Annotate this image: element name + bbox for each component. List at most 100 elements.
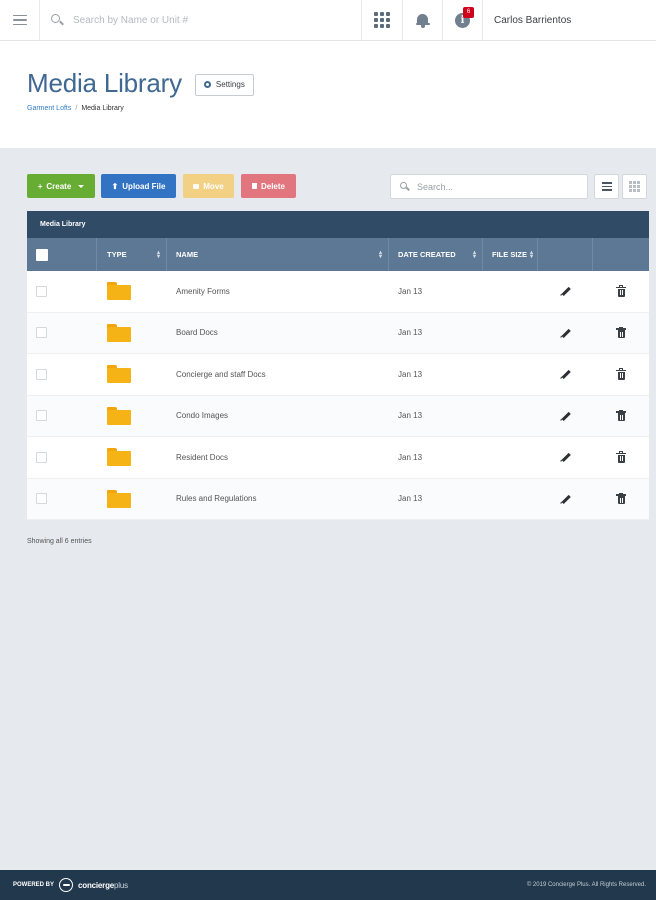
row-select-cell <box>27 396 97 437</box>
date-created: Jan 13 <box>398 411 423 421</box>
delete-row-button[interactable] <box>593 313 649 354</box>
column-edit <box>538 238 593 271</box>
pencil-icon <box>559 286 571 297</box>
footer: POWERED BY conciergeplus © 2019 Concierg… <box>0 870 656 900</box>
pencil-icon <box>559 452 571 463</box>
folder-icon <box>107 489 131 508</box>
delete-label: Delete <box>260 181 285 191</box>
move-icon <box>193 183 200 189</box>
type-cell <box>97 313 167 354</box>
brand-main: concierge <box>78 880 115 890</box>
apps-grid-icon <box>374 12 390 28</box>
delete-row-button[interactable] <box>593 479 649 520</box>
row-checkbox[interactable] <box>36 451 47 463</box>
column-type-label: TYPE <box>107 250 127 259</box>
settings-button[interactable]: Settings <box>194 73 254 96</box>
row-checkbox[interactable] <box>36 285 47 297</box>
delete-row-button[interactable] <box>593 396 649 437</box>
file-name[interactable]: Rules and Regulations <box>167 479 389 520</box>
create-button[interactable]: + Create <box>27 174 95 198</box>
trash-icon <box>251 183 257 189</box>
column-type[interactable]: TYPE ▴ ▾ <box>97 238 167 271</box>
column-name-label: NAME <box>176 250 199 259</box>
grid-view-button[interactable] <box>622 174 647 199</box>
file-size <box>483 313 538 354</box>
type-cell <box>97 354 167 395</box>
row-checkbox[interactable] <box>36 493 47 505</box>
caret-down-icon <box>78 184 85 188</box>
global-search-input[interactable]: Search by Name or Unit # <box>73 15 188 26</box>
row-checkbox[interactable] <box>36 410 47 422</box>
apps-button[interactable] <box>362 0 403 40</box>
bell-icon <box>415 13 430 28</box>
file-name[interactable]: Board Docs <box>167 313 389 354</box>
table-row[interactable]: Concierge and staff Docs Jan 13 <box>27 354 649 396</box>
pencil-icon <box>559 410 571 422</box>
table-row[interactable]: Rules and Regulations Jan 13 <box>27 478 649 520</box>
edit-button[interactable] <box>538 271 593 312</box>
row-checkbox[interactable] <box>36 368 47 380</box>
file-size <box>483 437 538 478</box>
type-cell <box>97 437 167 478</box>
notifications-button[interactable] <box>403 0 443 40</box>
file-name[interactable]: Concierge and staff Docs <box>167 354 389 395</box>
row-select-cell <box>27 313 97 354</box>
search-icon <box>400 181 410 192</box>
column-date-created[interactable]: DATE CREATED ▴ ▾ <box>389 238 483 271</box>
type-cell <box>97 479 167 520</box>
select-all-checkbox[interactable] <box>36 248 48 261</box>
list-view-button[interactable] <box>594 174 619 199</box>
pencil-icon <box>559 493 571 505</box>
table-row[interactable]: Amenity Forms Jan 13 <box>27 271 649 313</box>
edit-button[interactable] <box>538 354 593 395</box>
edit-button[interactable] <box>538 479 593 520</box>
pencil-icon <box>559 327 571 339</box>
upload-file-button[interactable]: ⬆ Upload File <box>101 174 176 198</box>
breadcrumb-link[interactable]: Garment Lofts <box>27 105 71 112</box>
file-name[interactable]: Condo Images <box>167 396 389 437</box>
edit-button[interactable] <box>538 437 593 478</box>
edit-button[interactable] <box>538 313 593 354</box>
folder-icon <box>107 448 131 467</box>
brand-name: conciergeplus <box>78 881 128 890</box>
breadcrumb-current: Media Library <box>81 105 124 112</box>
file-name[interactable]: Resident Docs <box>167 437 389 478</box>
delete-button[interactable]: Delete <box>241 174 296 198</box>
sort-icon: ▴ ▾ <box>156 249 160 260</box>
info-button[interactable]: i6 <box>443 0 483 40</box>
table-row[interactable]: Board Docs Jan 13 <box>27 312 649 354</box>
delete-row-button[interactable] <box>593 271 649 312</box>
folder-icon <box>107 323 131 342</box>
folder-icon <box>107 282 131 301</box>
type-cell <box>97 271 167 312</box>
global-search[interactable]: Search by Name or Unit # <box>40 0 362 40</box>
copyright: © 2019 Concierge Plus. All Rights Reserv… <box>526 882 646 888</box>
trash-icon <box>616 285 626 297</box>
edit-button[interactable] <box>538 396 593 437</box>
notification-badge: 6 <box>463 6 474 18</box>
entries-count: Showing all 6 entries <box>27 538 92 545</box>
column-delete <box>593 238 649 271</box>
date-created: Jan 13 <box>398 369 423 379</box>
trash-icon <box>616 451 626 463</box>
user-menu[interactable]: Carlos Barrientos <box>483 0 656 40</box>
menu-button[interactable] <box>0 0 40 40</box>
page-header: Media Library Settings Garment Lofts / M… <box>0 41 656 148</box>
file-name[interactable]: Amenity Forms <box>167 271 389 312</box>
column-file-size[interactable]: FILE SIZE ▴ ▾ <box>483 238 538 271</box>
search-icon <box>51 14 64 26</box>
move-button[interactable]: Move <box>183 174 234 198</box>
column-name[interactable]: NAME ▴ ▾ <box>167 238 389 271</box>
date-created: Jan 13 <box>398 286 423 296</box>
delete-row-button[interactable] <box>593 354 649 395</box>
powered-by-label: POWERED BY <box>13 882 55 888</box>
date-created: Jan 13 <box>398 328 423 338</box>
sort-icon: ▴ ▾ <box>378 249 382 260</box>
list-view-icon <box>601 182 612 191</box>
file-search-input[interactable]: Search... <box>390 174 588 199</box>
table-row[interactable]: Condo Images Jan 13 <box>27 395 649 437</box>
table-row[interactable]: Resident Docs Jan 13 <box>27 437 649 479</box>
delete-row-button[interactable] <box>593 437 649 478</box>
row-checkbox[interactable] <box>36 327 47 339</box>
concierge-plus-logo-icon <box>59 878 74 892</box>
